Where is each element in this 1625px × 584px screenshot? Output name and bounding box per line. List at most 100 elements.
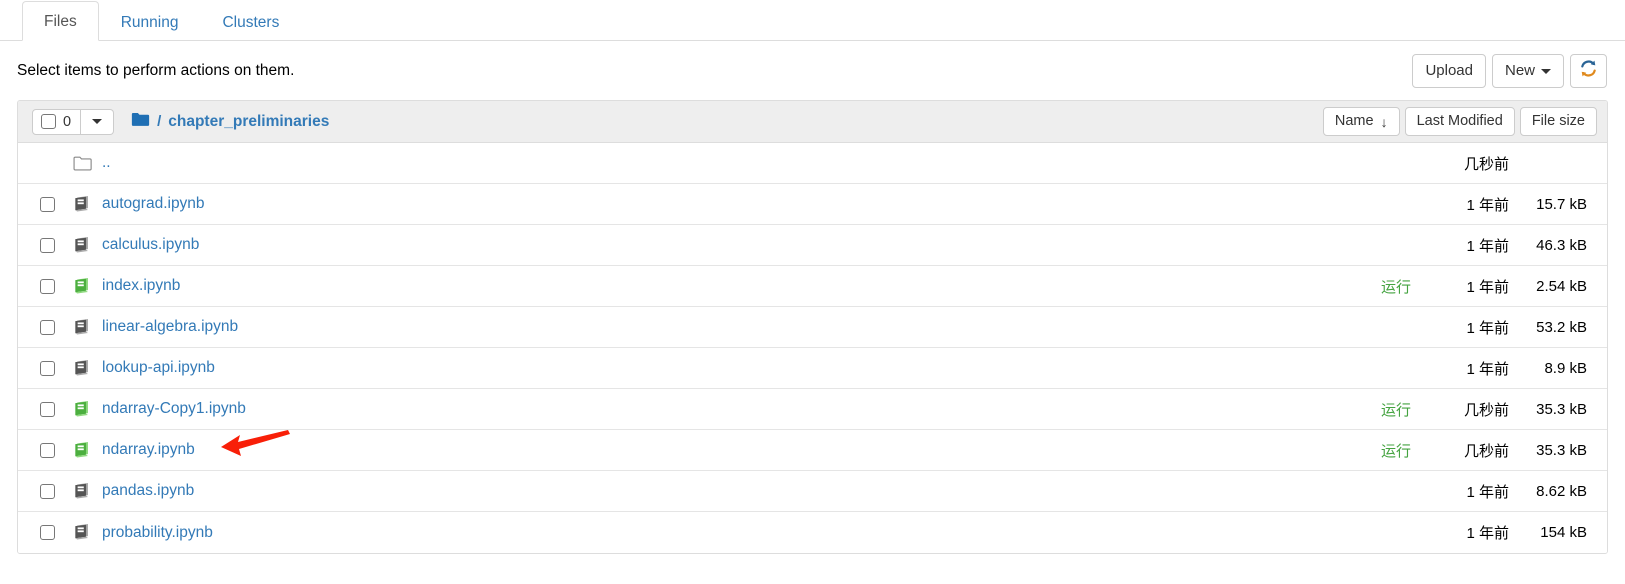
new-button-label: New bbox=[1504, 62, 1535, 79]
tab-running[interactable]: Running bbox=[99, 2, 201, 41]
last-modified-value: 1 年前 bbox=[1466, 278, 1509, 296]
running-badge: 运行 bbox=[1380, 401, 1411, 419]
row-checkbox-cell bbox=[32, 483, 66, 499]
row-name-cell: ndarray.ipynb bbox=[98, 441, 1347, 459]
select-all-split-button: 0 bbox=[32, 108, 115, 135]
folder-icon[interactable] bbox=[131, 112, 150, 131]
file-size-value: 35.3 kB bbox=[1536, 400, 1587, 418]
folder-open-outline-icon[interactable] bbox=[66, 156, 98, 171]
row-checkbox[interactable] bbox=[40, 525, 55, 540]
arrow-down-icon: ↓ bbox=[1380, 113, 1388, 130]
sort-by-name-button[interactable]: Name ↓ bbox=[1322, 107, 1400, 136]
refresh-icon bbox=[1580, 60, 1597, 82]
notebook-icon[interactable] bbox=[66, 359, 98, 378]
sort-by-modified-button[interactable]: Last Modified bbox=[1404, 107, 1515, 136]
notebook-icon[interactable] bbox=[66, 523, 98, 542]
chevron-down-icon bbox=[92, 119, 103, 124]
notebook-icon[interactable] bbox=[66, 482, 98, 501]
row-checkbox[interactable] bbox=[40, 360, 55, 376]
row-name-cell: lookup-api.ipynb bbox=[98, 359, 1347, 377]
last-modified-value: 1 年前 bbox=[1466, 525, 1509, 542]
file-rows: .. 几秒前 autograd.ipynb 1 年前 15.7 kB calculus.i… bbox=[18, 143, 1607, 553]
new-button[interactable]: New bbox=[1491, 54, 1564, 88]
running-badge: 运行 bbox=[1380, 442, 1411, 460]
selection-hint: Select items to perform actions on them. bbox=[17, 62, 295, 79]
breadcrumb-current-folder[interactable]: chapter_preliminaries bbox=[168, 113, 329, 131]
file-size-value: 2.54 kB bbox=[1536, 277, 1587, 295]
file-size-value: 8.9 kB bbox=[1544, 359, 1587, 377]
tab-bar: Files Running Clusters bbox=[0, 0, 1625, 41]
last-modified-value: 几秒前 bbox=[1463, 401, 1509, 419]
file-size-value: 46.3 kB bbox=[1536, 236, 1587, 254]
notebook-running-icon[interactable] bbox=[66, 441, 98, 460]
table-row[interactable]: linear-algebra.ipynb 1 年前 53.2 kB bbox=[18, 307, 1607, 348]
row-checkbox[interactable] bbox=[40, 237, 55, 253]
file-size-value: 15.7 kB bbox=[1536, 195, 1587, 213]
notebook-running-icon[interactable] bbox=[66, 400, 98, 419]
file-size-value: 35.3 kB bbox=[1536, 441, 1587, 459]
last-modified-value: 1 年前 bbox=[1466, 237, 1509, 255]
row-name-cell: pandas.ipynb bbox=[98, 482, 1347, 500]
file-link[interactable]: .. bbox=[102, 154, 111, 171]
notebook-icon[interactable] bbox=[66, 318, 98, 337]
file-link[interactable]: lookup-api.ipynb bbox=[102, 359, 215, 376]
chevron-down-icon bbox=[1541, 68, 1551, 74]
row-checkbox-cell bbox=[32, 401, 66, 417]
table-row[interactable]: probability.ipynb 1 年前 154 kB bbox=[18, 512, 1607, 553]
row-checkbox-cell bbox=[32, 278, 66, 294]
row-checkbox[interactable] bbox=[40, 483, 55, 499]
table-row[interactable]: lookup-api.ipynb 1 年前 8.9 kB bbox=[18, 348, 1607, 389]
sort-by-size-button[interactable]: File size bbox=[1519, 107, 1597, 136]
sort-name-label: Name bbox=[1334, 113, 1374, 129]
row-checkbox[interactable] bbox=[40, 196, 55, 212]
table-row[interactable]: autograd.ipynb 1 年前 15.7 kB bbox=[18, 184, 1607, 225]
file-link[interactable]: ndarray-Copy1.ipynb bbox=[102, 400, 246, 417]
last-modified-value: 几秒前 bbox=[1463, 442, 1509, 460]
notice-row: Select items to perform actions on them.… bbox=[0, 41, 1625, 100]
file-link[interactable]: probability.ipynb bbox=[102, 524, 213, 541]
row-checkbox-cell bbox=[32, 525, 66, 540]
row-checkbox[interactable] bbox=[40, 442, 55, 458]
tab-clusters[interactable]: Clusters bbox=[200, 2, 301, 41]
table-row[interactable]: calculus.ipynb 1 年前 46.3 kB bbox=[18, 225, 1607, 266]
last-modified-value: 1 年前 bbox=[1466, 319, 1509, 337]
last-modified-value: 1 年前 bbox=[1466, 360, 1509, 378]
row-checkbox[interactable] bbox=[40, 319, 55, 335]
row-checkbox-cell bbox=[32, 360, 66, 376]
table-row[interactable]: pandas.ipynb 1 年前 8.62 kB bbox=[18, 471, 1607, 512]
sort-buttons: Name ↓ Last Modified File size bbox=[1322, 107, 1597, 136]
tab-files[interactable]: Files bbox=[22, 1, 99, 41]
table-row[interactable]: ndarray.ipynb 运行 几秒前 35.3 kB bbox=[18, 430, 1607, 471]
select-all-dropdown-toggle[interactable] bbox=[81, 108, 115, 135]
selected-count: 0 bbox=[63, 113, 72, 130]
select-all-button[interactable]: 0 bbox=[32, 108, 82, 135]
file-link[interactable]: ndarray.ipynb bbox=[102, 441, 195, 458]
last-modified-value: 几秒前 bbox=[1463, 155, 1509, 173]
breadcrumb-separator: / bbox=[157, 113, 162, 130]
file-link[interactable]: autograd.ipynb bbox=[102, 195, 205, 212]
file-link[interactable]: linear-algebra.ipynb bbox=[102, 318, 238, 335]
row-name-cell: .. bbox=[98, 154, 1347, 172]
refresh-button[interactable] bbox=[1570, 54, 1607, 88]
notebook-icon[interactable] bbox=[66, 195, 98, 214]
row-checkbox-cell bbox=[32, 196, 66, 212]
notebook-running-icon[interactable] bbox=[66, 277, 98, 296]
notebook-icon[interactable] bbox=[66, 236, 98, 255]
file-link[interactable]: index.ipynb bbox=[102, 277, 180, 294]
table-row[interactable]: .. 几秒前 bbox=[18, 143, 1607, 184]
row-checkbox[interactable] bbox=[40, 401, 55, 417]
file-link[interactable]: pandas.ipynb bbox=[102, 482, 194, 499]
toolbar-actions: Upload New bbox=[1412, 54, 1607, 88]
file-size-value: 53.2 kB bbox=[1536, 318, 1587, 336]
select-all-checkbox[interactable] bbox=[41, 114, 56, 129]
file-link[interactable]: calculus.ipynb bbox=[102, 236, 199, 253]
row-checkbox-cell bbox=[32, 237, 66, 253]
table-row[interactable]: ndarray-Copy1.ipynb 运行 几秒前 35.3 kB bbox=[18, 389, 1607, 430]
row-name-cell: autograd.ipynb bbox=[98, 195, 1347, 213]
table-row[interactable]: index.ipynb 运行 1 年前 2.54 kB bbox=[18, 266, 1607, 307]
row-checkbox[interactable] bbox=[40, 278, 55, 294]
running-badge: 运行 bbox=[1380, 278, 1411, 296]
upload-button[interactable]: Upload bbox=[1412, 54, 1486, 88]
row-name-cell: index.ipynb bbox=[98, 277, 1347, 295]
file-list: 0 / chapter_preliminaries Name ↓ Last Mo… bbox=[17, 100, 1608, 554]
